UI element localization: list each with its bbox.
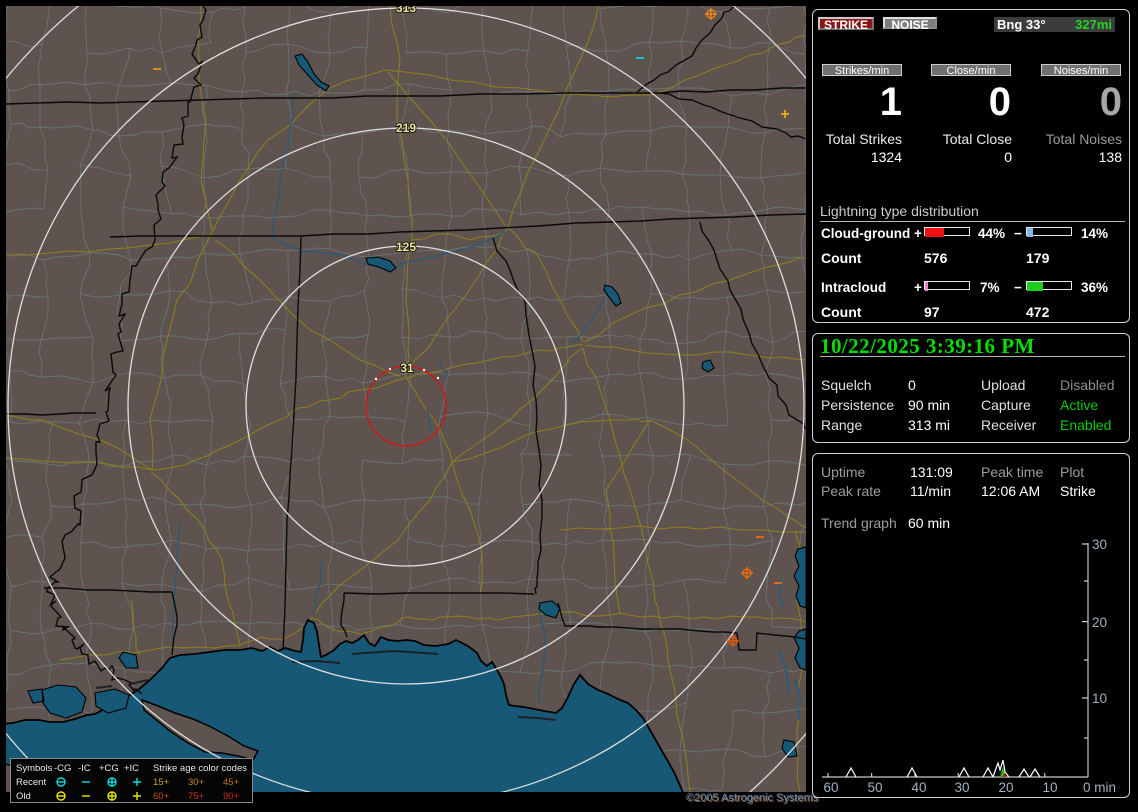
svg-text:219: 219: [396, 121, 416, 135]
svg-text:+IC: +IC: [124, 763, 139, 774]
svg-text:60: 60: [823, 780, 838, 795]
svg-text:313: 313: [396, 6, 416, 15]
svg-text:30: 30: [1092, 537, 1107, 552]
svg-text:20: 20: [1092, 615, 1107, 630]
svg-text:+CG: +CG: [99, 763, 119, 774]
svg-text:10: 10: [1092, 691, 1107, 706]
svg-text:-CG: -CG: [54, 763, 71, 774]
svg-text:60+: 60+: [153, 791, 170, 802]
svg-text:20: 20: [998, 780, 1013, 795]
svg-text:Recent: Recent: [16, 777, 46, 788]
svg-text:Strike age color codes: Strike age color codes: [153, 763, 247, 774]
svg-text:-IC: -IC: [78, 763, 91, 774]
svg-text:45+: 45+: [223, 777, 240, 788]
svg-text:40: 40: [911, 780, 926, 795]
svg-text:75+: 75+: [188, 791, 205, 802]
svg-text:Old: Old: [16, 791, 31, 802]
svg-text:30+: 30+: [188, 777, 205, 788]
svg-text:30: 30: [954, 780, 969, 795]
svg-text:50: 50: [867, 780, 882, 795]
svg-text:Symbols: Symbols: [16, 763, 53, 774]
svg-text:10: 10: [1042, 780, 1057, 795]
svg-text:31: 31: [400, 361, 414, 375]
svg-text:90+: 90+: [223, 791, 240, 802]
svg-text:0 min: 0 min: [1083, 780, 1116, 795]
svg-text:15+: 15+: [153, 777, 170, 788]
svg-text:125: 125: [396, 240, 416, 254]
